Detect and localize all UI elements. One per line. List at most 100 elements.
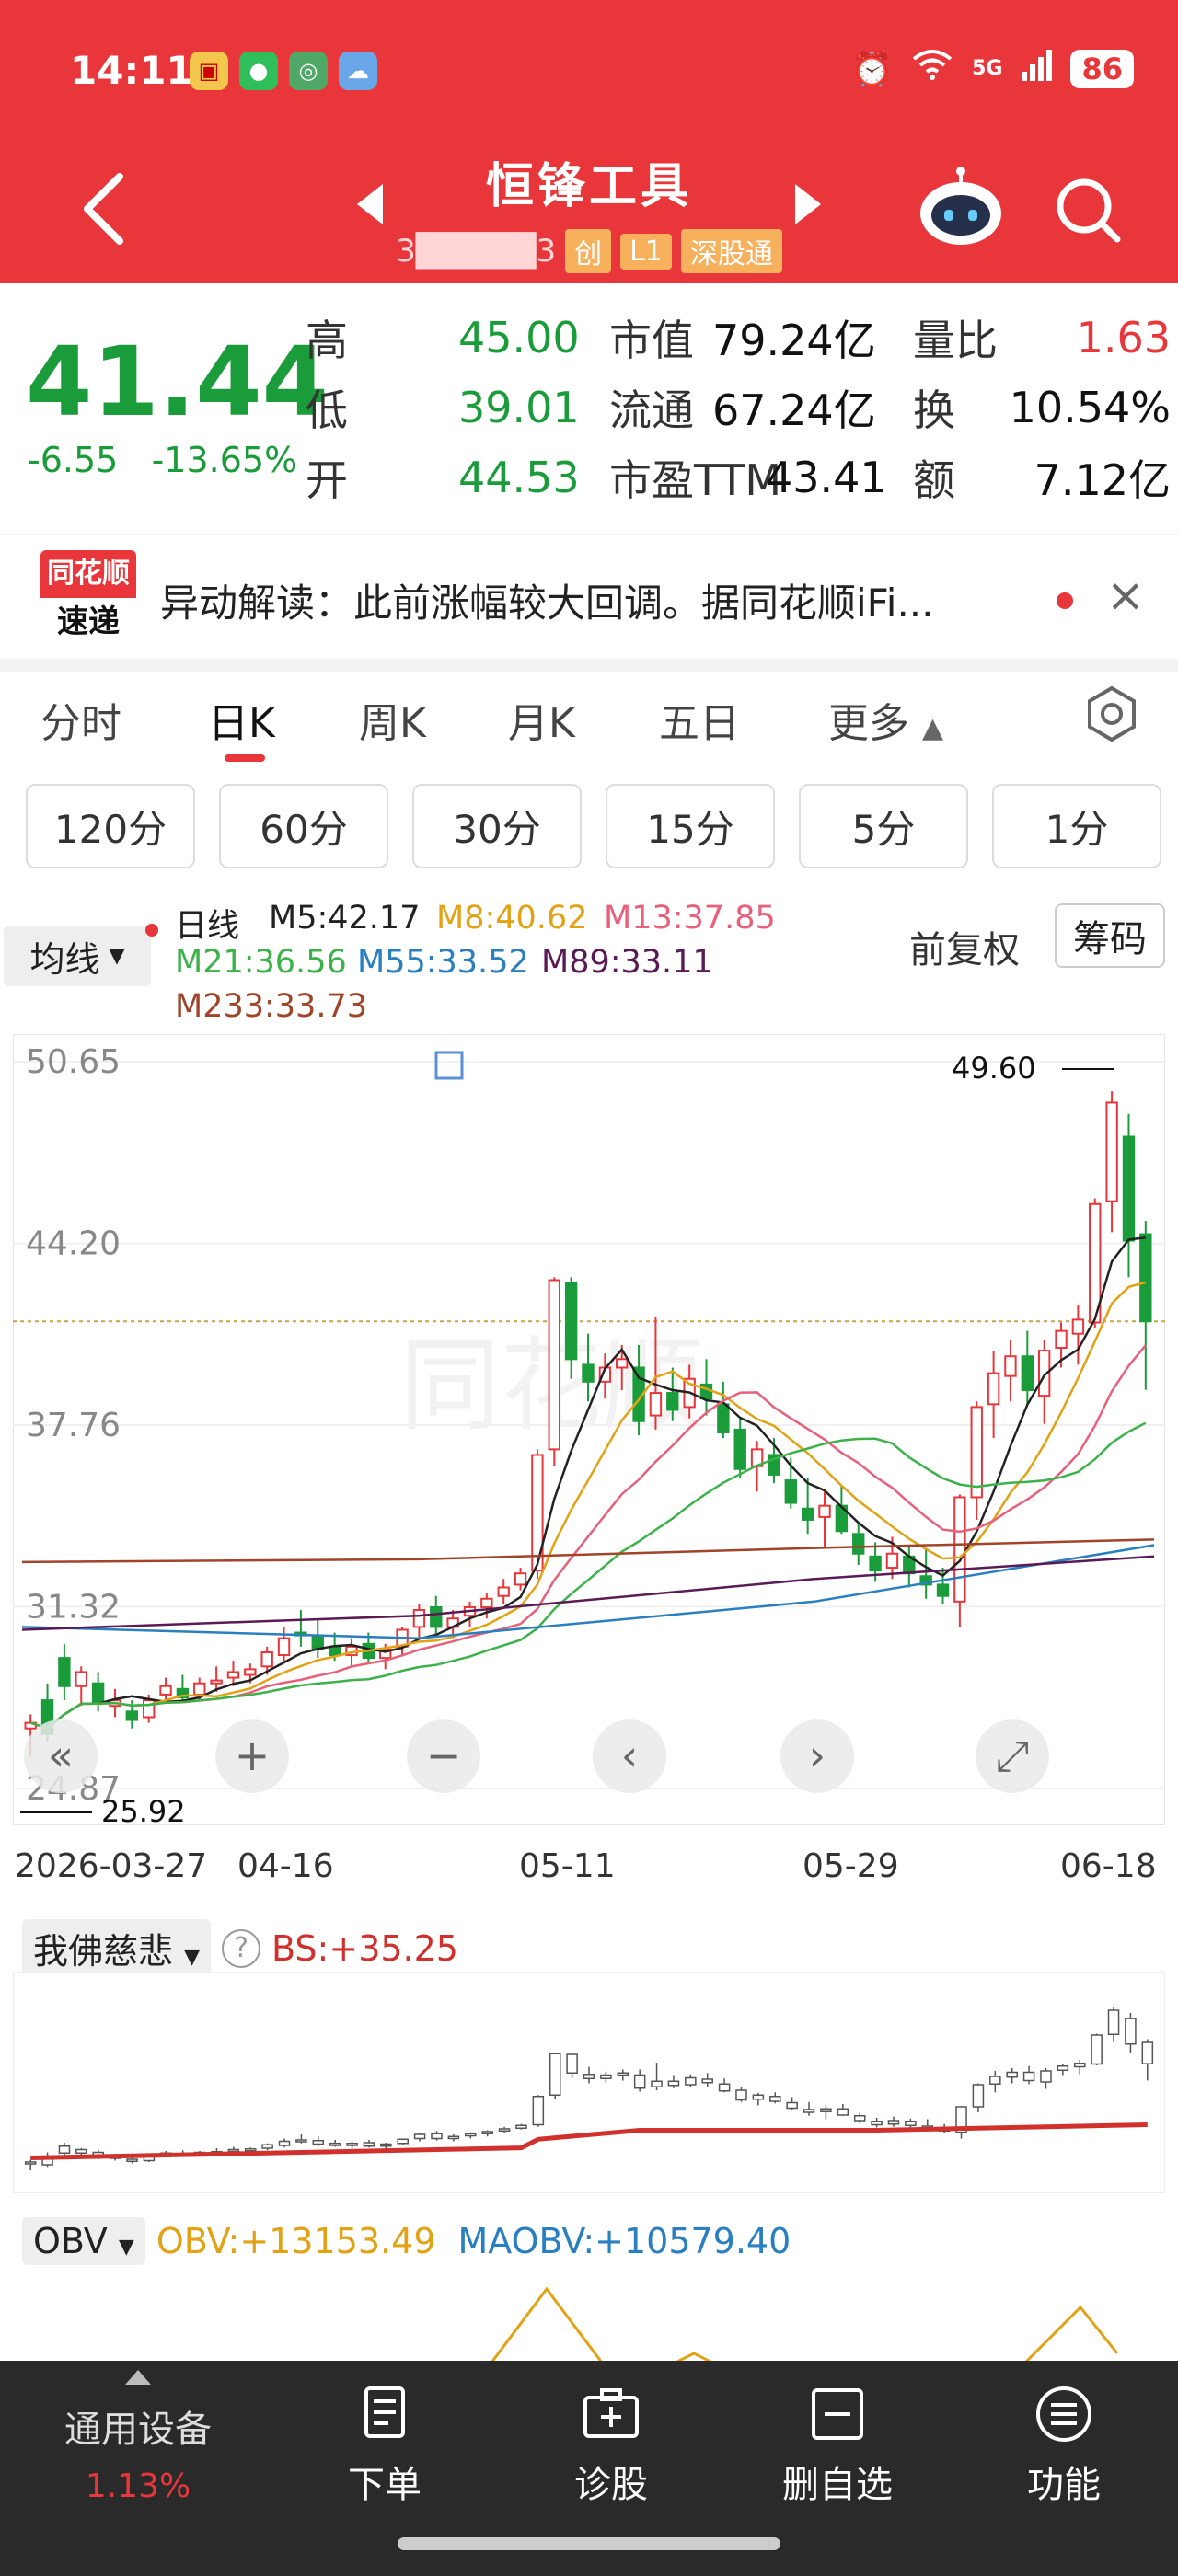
candle-body <box>548 1279 560 1451</box>
diagnose-button[interactable]: 诊股 <box>519 2385 703 2508</box>
help-icon[interactable]: ? <box>222 1928 261 1968</box>
candle-body <box>480 1597 493 1608</box>
tab-weekly-k[interactable]: 周K <box>359 690 426 749</box>
settings-button[interactable] <box>1082 684 1141 743</box>
indicator-candle-body <box>853 2115 866 2122</box>
nav-row: 恒锋工具 3█████3 创 L1 深股通 <box>0 147 1178 283</box>
next-stock-button[interactable] <box>795 184 821 224</box>
caret-up-icon <box>125 2370 151 2385</box>
adjust-type[interactable]: 前复权 <box>909 920 1020 973</box>
ma-selector[interactable]: 均线 ▼ <box>4 926 151 986</box>
indicator-candle-body <box>58 2145 71 2154</box>
tab-five-day[interactable]: 五日 <box>659 690 740 749</box>
ma-m8: M8:40.62 <box>436 900 588 937</box>
period-5min[interactable]: 5分 <box>799 784 968 868</box>
indicator-candle-body <box>75 2148 87 2154</box>
date-label: 05-11 <box>519 1847 616 1885</box>
candle-body <box>260 1650 273 1668</box>
chart-tabs: 分时 日K 周K 月K 五日 更多 ▲ <box>0 672 1178 773</box>
candle-body <box>328 1645 341 1657</box>
battery-indicator: 86 <box>1070 49 1134 88</box>
zoom-fast-back-button[interactable]: « <box>24 1719 98 1793</box>
remove-watchlist-button[interactable]: 删自选 <box>745 2385 930 2508</box>
vr-label: 量比 <box>913 316 998 365</box>
low-row: 低 39.01 <box>306 375 582 440</box>
scroll-left-button[interactable]: ‹ <box>593 1719 666 1793</box>
chip-distribution-button[interactable]: 筹码 <box>1055 903 1165 968</box>
indicator-candle-body <box>261 2144 273 2149</box>
kline-chart[interactable]: 50.6544.2037.7631.3224.87同花顺49.6025.92«+… <box>12 1033 1166 1829</box>
candle-body <box>649 1392 663 1417</box>
candle-body <box>125 1710 139 1721</box>
fullscreen-button[interactable]: ⤢ <box>976 1719 1049 1793</box>
kline-svg[interactable]: 50.6544.2037.7631.3224.87同花顺49.6025.92«+… <box>12 1033 1166 1829</box>
indicator-2-selector[interactable]: OBV ▼ <box>22 2217 145 2265</box>
indicator-candle-body <box>651 2080 663 2087</box>
candle-body <box>497 1586 510 1597</box>
indicator-candle-body <box>633 2074 646 2089</box>
status-time: 14:11 <box>70 48 193 93</box>
news-logo-top: 同花顺 <box>40 550 136 598</box>
ma-title: 日线 <box>175 908 240 945</box>
indicator-candle-body <box>397 2138 409 2145</box>
order-button[interactable]: 下单 <box>293 2385 477 2508</box>
news-banner[interactable]: 同花顺 速递 异动解读：此前涨幅较大回调。据同花顺iFi... × <box>0 535 1178 659</box>
vr-value: 1.63 <box>1076 313 1171 362</box>
period-60min[interactable]: 60分 <box>219 784 388 868</box>
current-price: 41.44 <box>26 326 329 438</box>
dropdown-icon: ▼ <box>118 2236 134 2259</box>
indicator-candle-body <box>1107 2009 1120 2035</box>
candle-body <box>733 1428 746 1470</box>
hexagon-settings-icon <box>1088 685 1136 742</box>
open-value: 44.53 <box>458 453 580 502</box>
volume-ratio-row: 量比 1.63 <box>913 305 1174 370</box>
robot-icon <box>920 167 1001 245</box>
indicator-candle-body <box>1022 2071 1035 2082</box>
news-text[interactable]: 异动解读：此前涨幅较大回调。据同花顺iFi... <box>160 572 1044 628</box>
dropdown-icon: ▼ <box>184 1946 201 1969</box>
tag-chinext: 创 <box>565 229 612 273</box>
news-close-button[interactable]: × <box>1106 569 1145 622</box>
minus-square-icon <box>812 2388 863 2440</box>
pe-label: 市盈TTM <box>609 455 782 505</box>
date-label: 04-16 <box>237 1847 334 1885</box>
low-label: 低 <box>306 385 348 435</box>
candle-body <box>1055 1329 1068 1350</box>
amount-row: 额 7.12亿 <box>913 445 1174 510</box>
back-button[interactable] <box>74 167 138 250</box>
indicator-candle-body <box>1141 2041 1154 2064</box>
menu-circle-icon <box>1036 2386 1091 2442</box>
tab-more[interactable]: 更多 ▲ <box>828 690 943 749</box>
change-amount: -6.55 <box>28 440 119 480</box>
indicator-candle-body <box>685 2076 697 2086</box>
back-arrow-icon <box>84 173 123 245</box>
float-label: 流通 <box>609 385 694 435</box>
indicator-candle-body <box>481 2131 493 2134</box>
tab-intraday[interactable]: 分时 <box>40 690 121 749</box>
period-1min[interactable]: 1分 <box>992 784 1161 868</box>
period-30min[interactable]: 30分 <box>412 784 582 868</box>
indicator-candle-body <box>1006 2071 1018 2078</box>
zoom-in-button[interactable]: + <box>215 1719 289 1793</box>
indicator-candle-body <box>413 2133 426 2140</box>
sector-button[interactable]: 通用设备 1.13% <box>37 2370 239 2505</box>
scroll-right-button[interactable]: › <box>780 1719 854 1793</box>
tab-daily-k[interactable]: 日K <box>208 690 275 749</box>
indicator-candle-body <box>431 2133 443 2140</box>
functions-button[interactable]: 功能 <box>972 2385 1156 2508</box>
news-logo-bottom: 速递 <box>57 604 120 640</box>
period-120min[interactable]: 120分 <box>26 784 195 868</box>
zoom-out-button[interactable]: − <box>407 1719 480 1793</box>
news-logo: 同花顺 速递 <box>40 550 136 646</box>
indicator-1-selector[interactable]: 我佛慈悲 ▼ <box>22 1919 212 1977</box>
tab-monthly-k[interactable]: 月K <box>508 690 575 749</box>
float-value: 67.24亿 <box>712 385 876 435</box>
robot-assistant-button[interactable] <box>917 166 1005 248</box>
candle-body <box>75 1671 87 1687</box>
period-15min[interactable]: 15分 <box>606 784 775 868</box>
float-row: 流通 67.24亿 <box>609 375 885 440</box>
diagnose-label: 诊股 <box>574 2464 648 2506</box>
mcap-label: 市值 <box>609 316 694 365</box>
zoom-out-icon: − <box>426 1731 462 1780</box>
search-button[interactable] <box>1051 173 1125 247</box>
